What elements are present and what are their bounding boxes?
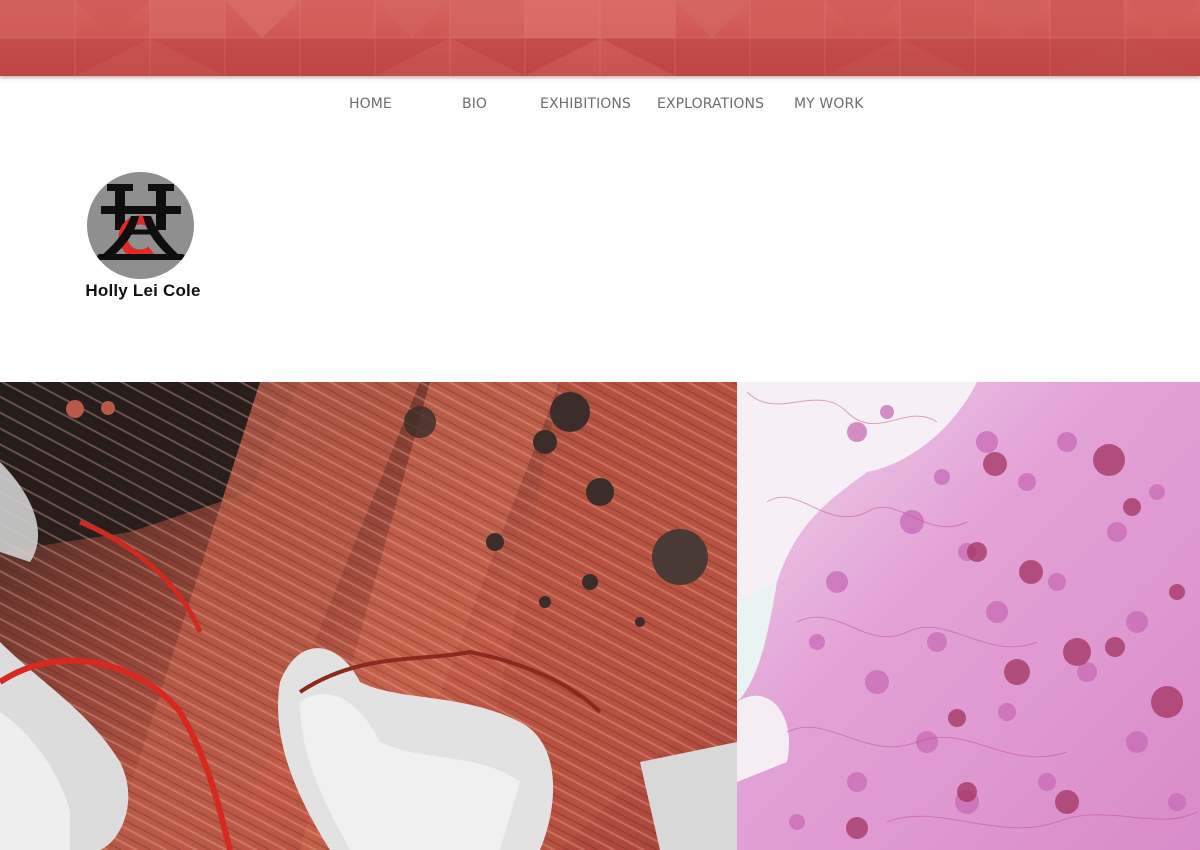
artwork-pink-watercolor[interactable] <box>737 382 1200 850</box>
main-nav: HOME BIO EXHIBITIONS EXPLORATIONS MY WOR… <box>0 96 1200 116</box>
nav-explorations[interactable]: EXPLORATIONS <box>657 96 764 112</box>
hc-monogram-icon <box>87 172 194 279</box>
nav-exhibitions[interactable]: EXHIBITIONS <box>540 96 631 112</box>
nav-my-work[interactable]: MY WORK <box>794 96 864 112</box>
site-name: Holly Lei Cole <box>85 281 201 300</box>
artwork-red-abstract[interactable] <box>0 382 737 850</box>
geometric-pattern <box>0 0 1200 76</box>
nav-home[interactable]: HOME <box>349 96 392 112</box>
site-logo[interactable]: Holly Lei Cole <box>76 172 210 304</box>
nav-bio[interactable]: BIO <box>462 96 487 112</box>
header-banner <box>0 0 1200 76</box>
